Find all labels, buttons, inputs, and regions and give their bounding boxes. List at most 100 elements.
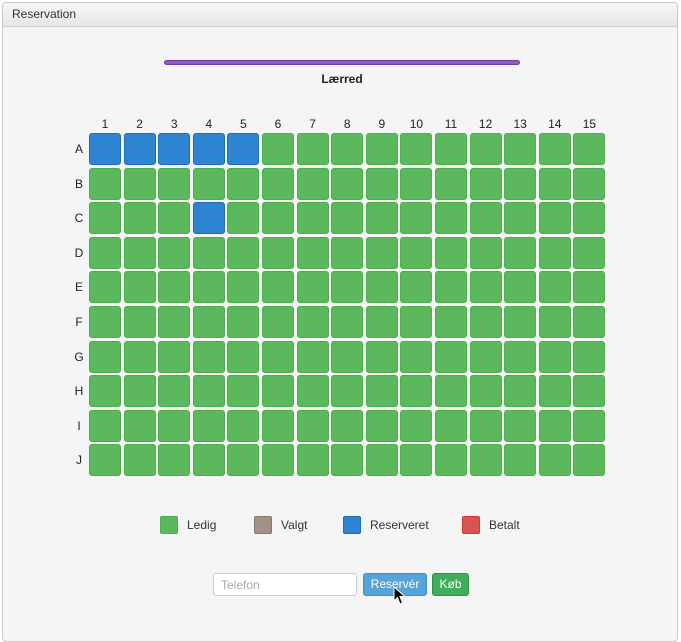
seat-B1[interactable] xyxy=(89,167,121,200)
seat-D3[interactable] xyxy=(158,236,191,269)
seat-H15[interactable] xyxy=(573,375,606,408)
seat-G7[interactable] xyxy=(296,340,329,373)
seat-I13[interactable] xyxy=(504,409,537,442)
seat-D11[interactable] xyxy=(435,236,467,269)
seat-F11[interactable] xyxy=(435,306,467,338)
seat-D8[interactable] xyxy=(331,236,364,269)
seat-H2[interactable] xyxy=(123,375,156,408)
seat-J13[interactable] xyxy=(504,444,537,477)
seat-B10[interactable] xyxy=(400,167,433,200)
seat-A10[interactable] xyxy=(400,133,433,165)
seat-J10[interactable] xyxy=(400,444,433,477)
seat-J15[interactable] xyxy=(573,444,606,477)
seat-C12[interactable] xyxy=(469,202,502,235)
seat-I10[interactable] xyxy=(400,409,433,442)
seat-E13[interactable] xyxy=(504,271,537,304)
seat-G9[interactable] xyxy=(365,340,398,373)
seat-A11[interactable] xyxy=(435,133,467,165)
seat-F3[interactable] xyxy=(158,306,191,338)
seat-G14[interactable] xyxy=(538,340,571,373)
seat-A8[interactable] xyxy=(331,133,364,165)
seat-C4[interactable] xyxy=(192,202,225,235)
seat-J4[interactable] xyxy=(192,444,225,477)
seat-E11[interactable] xyxy=(435,271,467,304)
seat-D15[interactable] xyxy=(573,236,606,269)
seat-B9[interactable] xyxy=(365,167,398,200)
seat-E3[interactable] xyxy=(158,271,191,304)
seat-B6[interactable] xyxy=(262,167,294,200)
seat-C2[interactable] xyxy=(123,202,156,235)
seat-A13[interactable] xyxy=(504,133,537,165)
seat-G15[interactable] xyxy=(573,340,606,373)
seat-C13[interactable] xyxy=(504,202,537,235)
seat-I5[interactable] xyxy=(227,409,260,442)
seat-I1[interactable] xyxy=(89,409,121,442)
seat-G3[interactable] xyxy=(158,340,191,373)
seat-A4[interactable] xyxy=(192,133,225,165)
seat-E4[interactable] xyxy=(192,271,225,304)
seat-I3[interactable] xyxy=(158,409,191,442)
seat-D13[interactable] xyxy=(504,236,537,269)
seat-H10[interactable] xyxy=(400,375,433,408)
seat-A7[interactable] xyxy=(296,133,329,165)
seat-C15[interactable] xyxy=(573,202,606,235)
seat-J9[interactable] xyxy=(365,444,398,477)
seat-C8[interactable] xyxy=(331,202,364,235)
seat-C10[interactable] xyxy=(400,202,433,235)
seat-H5[interactable] xyxy=(227,375,260,408)
seat-F7[interactable] xyxy=(296,306,329,338)
buy-button[interactable]: Køb xyxy=(432,573,469,596)
seat-F15[interactable] xyxy=(573,306,606,338)
seat-F4[interactable] xyxy=(192,306,225,338)
seat-B14[interactable] xyxy=(538,167,571,200)
seat-A15[interactable] xyxy=(573,133,606,165)
seat-A6[interactable] xyxy=(262,133,294,165)
seat-F13[interactable] xyxy=(504,306,537,338)
seat-E14[interactable] xyxy=(538,271,571,304)
seat-A5[interactable] xyxy=(227,133,260,165)
seat-J14[interactable] xyxy=(538,444,571,477)
seat-F2[interactable] xyxy=(123,306,156,338)
seat-B5[interactable] xyxy=(227,167,260,200)
seat-J7[interactable] xyxy=(296,444,329,477)
seat-C5[interactable] xyxy=(227,202,260,235)
phone-input[interactable] xyxy=(213,573,357,596)
seat-I9[interactable] xyxy=(365,409,398,442)
seat-J11[interactable] xyxy=(435,444,467,477)
seat-H6[interactable] xyxy=(262,375,294,408)
seat-F9[interactable] xyxy=(365,306,398,338)
seat-J5[interactable] xyxy=(227,444,260,477)
seat-A1[interactable] xyxy=(89,133,121,165)
seat-C7[interactable] xyxy=(296,202,329,235)
seat-F10[interactable] xyxy=(400,306,433,338)
seat-H11[interactable] xyxy=(435,375,467,408)
seat-E7[interactable] xyxy=(296,271,329,304)
seat-A2[interactable] xyxy=(123,133,156,165)
seat-H13[interactable] xyxy=(504,375,537,408)
seat-F8[interactable] xyxy=(331,306,364,338)
seat-I15[interactable] xyxy=(573,409,606,442)
seat-E10[interactable] xyxy=(400,271,433,304)
seat-E5[interactable] xyxy=(227,271,260,304)
seat-E1[interactable] xyxy=(89,271,121,304)
seat-J12[interactable] xyxy=(469,444,502,477)
seat-B15[interactable] xyxy=(573,167,606,200)
seat-G5[interactable] xyxy=(227,340,260,373)
seat-B11[interactable] xyxy=(435,167,467,200)
seat-D6[interactable] xyxy=(262,236,294,269)
seat-B12[interactable] xyxy=(469,167,502,200)
seat-F1[interactable] xyxy=(89,306,121,338)
seat-E2[interactable] xyxy=(123,271,156,304)
seat-D14[interactable] xyxy=(538,236,571,269)
seat-J2[interactable] xyxy=(123,444,156,477)
seat-F12[interactable] xyxy=(469,306,502,338)
seat-E9[interactable] xyxy=(365,271,398,304)
seat-I4[interactable] xyxy=(192,409,225,442)
seat-J6[interactable] xyxy=(262,444,294,477)
seat-G4[interactable] xyxy=(192,340,225,373)
seat-G1[interactable] xyxy=(89,340,121,373)
seat-H8[interactable] xyxy=(331,375,364,408)
seat-G10[interactable] xyxy=(400,340,433,373)
seat-H7[interactable] xyxy=(296,375,329,408)
seat-C14[interactable] xyxy=(538,202,571,235)
